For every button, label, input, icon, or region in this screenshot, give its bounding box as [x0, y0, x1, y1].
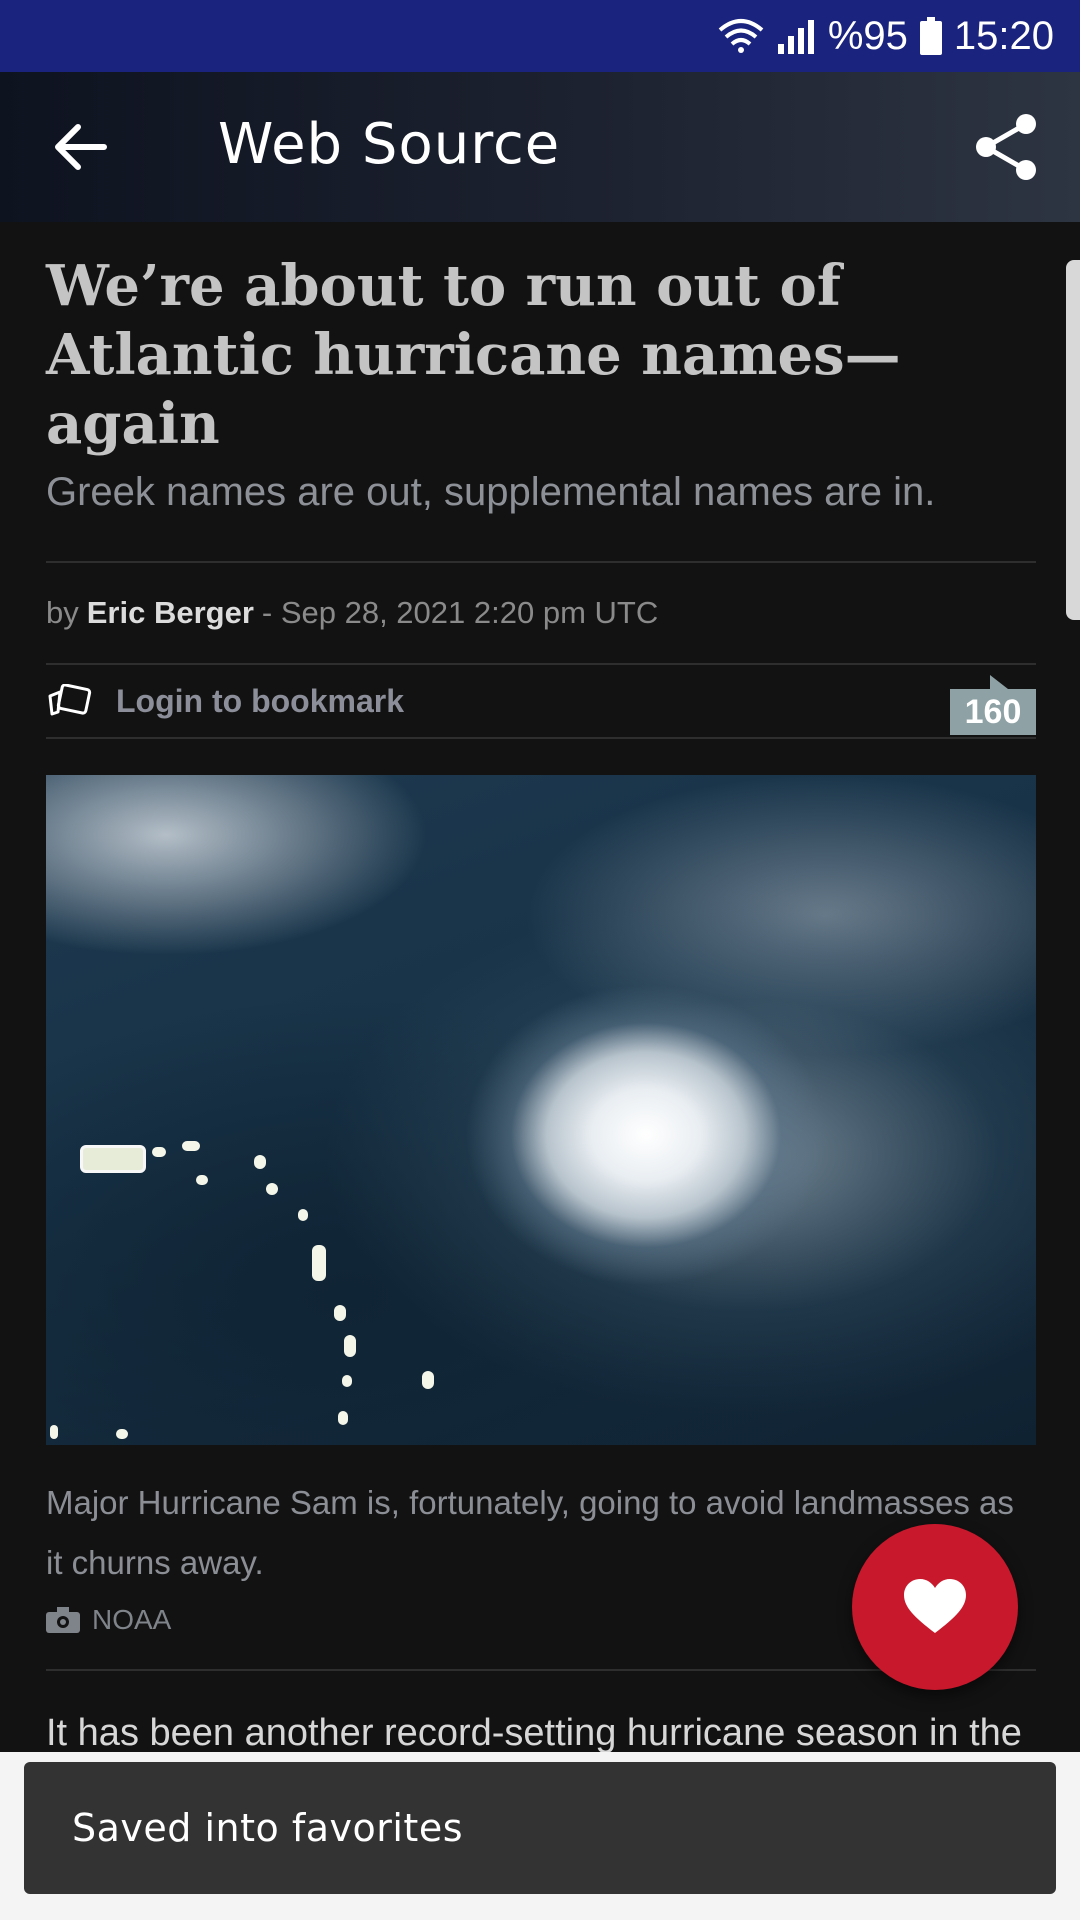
article-headline: We’re about to run out of Atlantic hurri…: [46, 253, 901, 457]
app-bar: Web Source: [0, 72, 1080, 222]
island-shape: [422, 1371, 434, 1389]
island-shape: [344, 1335, 356, 1357]
island-shape: [182, 1141, 200, 1151]
island-shape: [334, 1305, 346, 1321]
bookmark-tablet-icon[interactable]: [46, 684, 92, 718]
island-shape: [338, 1411, 348, 1425]
byline-prefix: by: [46, 595, 79, 630]
island-shape: [312, 1245, 326, 1281]
article-hero-image[interactable]: [46, 775, 1036, 1445]
battery-icon: [919, 17, 942, 55]
favorite-button[interactable]: [852, 1524, 1018, 1690]
signal-icon: [776, 18, 816, 54]
clock: 15:20: [953, 13, 1054, 58]
island-shape: [266, 1183, 278, 1195]
wifi-icon: [718, 18, 764, 54]
island-shape: [298, 1209, 308, 1221]
app-title: Web Source: [218, 112, 561, 177]
share-icon[interactable]: [972, 112, 1042, 182]
scrollbar-thumb[interactable]: [1066, 260, 1080, 620]
battery-percent: %95: [827, 13, 908, 58]
heart-icon: [904, 1579, 966, 1633]
camera-icon: [46, 1607, 80, 1633]
island-shape: [254, 1155, 266, 1169]
divider: [46, 737, 1036, 739]
comment-count-badge[interactable]: 160: [950, 675, 1036, 735]
snackbar: Saved into favorites: [24, 1762, 1056, 1894]
article-subhead: Greek names are out, supplemental names …: [46, 470, 936, 514]
bookmark-row: Login to bookmark 160: [46, 665, 1036, 737]
snackbar-message: Saved into favorites: [72, 1806, 464, 1850]
island-shape: [152, 1147, 166, 1157]
arrow-left-icon[interactable]: [50, 117, 110, 177]
island-shape: [50, 1425, 58, 1439]
image-credit-text: NOAA: [92, 1604, 172, 1635]
login-to-bookmark-link[interactable]: Login to bookmark: [116, 683, 404, 720]
status-bar: %95 15:20: [0, 0, 1080, 72]
island-shape: [116, 1429, 128, 1439]
island-shape: [342, 1375, 352, 1387]
publish-date: - Sep 28, 2021 2:20 pm UTC: [261, 595, 659, 630]
author-name[interactable]: Eric Berger: [87, 595, 254, 631]
byline: by Eric Berger - Sep 28, 2021 2:20 pm UT…: [46, 563, 1036, 663]
island-shape: [196, 1175, 208, 1185]
island-shape: [80, 1145, 146, 1173]
